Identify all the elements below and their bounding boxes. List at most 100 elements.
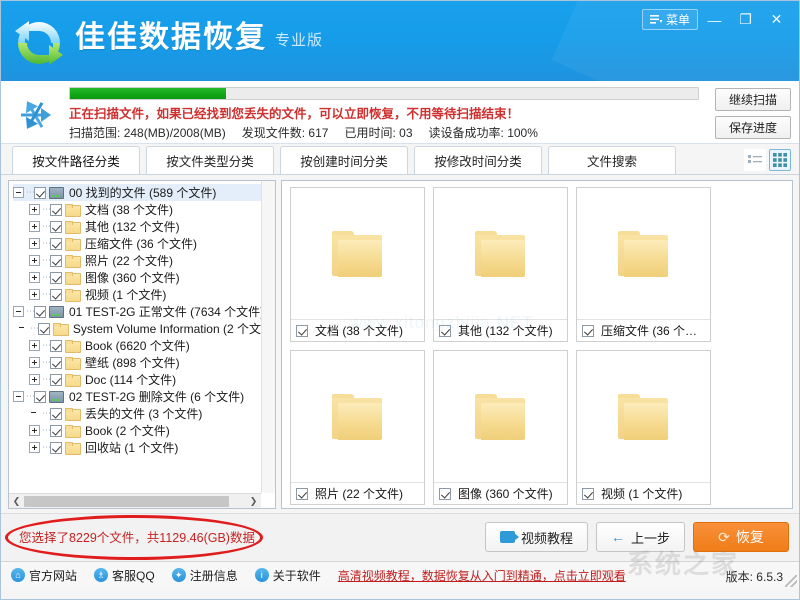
tree-node[interactable]: ⋯视频 (1 个文件)	[13, 286, 261, 303]
tree-horizontal-scrollbar[interactable]: ❮ ❯	[9, 493, 261, 508]
tree-node[interactable]: ⋯01 TEST-2G 正常文件 (7634 个文件)	[13, 303, 261, 320]
tree-node-checkbox[interactable]	[50, 442, 62, 454]
file-tile-checkbox[interactable]	[582, 325, 594, 337]
info-icon: i	[255, 568, 269, 582]
tree-node[interactable]: ⋯文档 (38 个文件)	[13, 201, 261, 218]
continue-scan-button[interactable]: 继续扫描	[715, 88, 791, 111]
resize-grip[interactable]	[785, 575, 797, 587]
tree-node[interactable]: ⋯丢失的文件 (3 个文件)	[13, 405, 261, 422]
tab-file-search[interactable]: 文件搜索	[548, 146, 676, 174]
tree-node-checkbox[interactable]	[50, 204, 62, 216]
tree-node-checkbox[interactable]	[50, 272, 62, 284]
tree-node[interactable]: ⋯00 找到的文件 (589 个文件)	[13, 184, 261, 201]
scan-actions: 继续扫描 保存进度	[715, 88, 791, 139]
user-icon: ✦	[172, 568, 186, 582]
tree-node[interactable]: ⋯回收站 (1 个文件)	[13, 439, 261, 456]
save-progress-button[interactable]: 保存进度	[715, 116, 791, 139]
list-view-button[interactable]	[744, 149, 766, 171]
expand-icon[interactable]	[29, 340, 40, 351]
tree-node-checkbox[interactable]	[50, 255, 62, 267]
grid-view-button[interactable]	[769, 149, 791, 171]
scroll-left-arrow-icon[interactable]: ❮	[9, 494, 24, 509]
tree-node[interactable]: ⋯壁纸 (898 个文件)	[13, 354, 261, 371]
file-tile-checkbox[interactable]	[296, 325, 308, 337]
file-tile-checkbox[interactable]	[439, 325, 451, 337]
file-tree[interactable]: ⋯00 找到的文件 (589 个文件)⋯文档 (38 个文件)⋯其他 (132 …	[9, 181, 261, 492]
expand-icon[interactable]	[29, 374, 40, 385]
video-tutorial-button[interactable]: 视频教程	[485, 522, 588, 552]
previous-step-label: 上一步	[631, 528, 670, 547]
collapse-icon[interactable]	[13, 187, 24, 198]
scroll-right-arrow-icon[interactable]: ❯	[246, 494, 261, 509]
tree-node[interactable]: ⋯Book (6620 个文件)	[13, 337, 261, 354]
tree-node-label: 00 找到的文件 (589 个文件)	[69, 184, 216, 201]
tree-leaf-spacer	[29, 408, 40, 419]
file-tile-checkbox[interactable]	[439, 488, 451, 500]
tree-node[interactable]: ⋯Doc (114 个文件)	[13, 371, 261, 388]
horizontal-scroll-thumb[interactable]	[24, 496, 229, 507]
tree-connector: ⋯	[42, 204, 50, 215]
tree-node-checkbox[interactable]	[50, 425, 62, 437]
tree-node-checkbox[interactable]	[50, 238, 62, 250]
expand-icon[interactable]	[29, 221, 40, 232]
tree-node-checkbox[interactable]	[50, 357, 62, 369]
tree-node-checkbox[interactable]	[50, 340, 62, 352]
expand-icon[interactable]	[29, 425, 40, 436]
tree-node-checkbox[interactable]	[34, 306, 46, 318]
expand-icon[interactable]	[29, 238, 40, 249]
tree-node-checkbox[interactable]	[50, 289, 62, 301]
tree-node[interactable]: ⋯照片 (22 个文件)	[13, 252, 261, 269]
expand-icon[interactable]	[29, 204, 40, 215]
tab-by-file-type[interactable]: 按文件类型分类	[146, 146, 274, 174]
tree-node-label: 图像 (360 个文件)	[85, 269, 180, 286]
file-tile-checkbox[interactable]	[582, 488, 594, 500]
folder-icon	[65, 221, 80, 233]
tree-node[interactable]: ⋯压缩文件 (36 个文件)	[13, 235, 261, 252]
expand-icon[interactable]	[29, 442, 40, 453]
tab-by-modify-time[interactable]: 按修改时间分类	[414, 146, 542, 174]
minimize-icon: —	[708, 12, 722, 28]
footer-link-official-site[interactable]: ⌂ 官方网站	[11, 567, 77, 584]
footer-link-about[interactable]: i 关于软件	[255, 567, 321, 584]
collapse-icon[interactable]	[13, 306, 24, 317]
maximize-button[interactable]: ❐	[731, 7, 760, 32]
tree-node-checkbox[interactable]	[34, 187, 46, 199]
footer-link-support-qq[interactable]: ♗ 客服QQ	[94, 567, 155, 584]
file-tile[interactable]: 压缩文件 (36 个…	[576, 187, 711, 342]
file-tile-thumbnail	[434, 188, 567, 319]
file-tile[interactable]: 图像 (360 个文件)	[433, 350, 568, 505]
expand-icon[interactable]	[29, 272, 40, 283]
file-tile[interactable]: 视频 (1 个文件)	[576, 350, 711, 505]
tree-node-checkbox[interactable]	[34, 391, 46, 403]
file-tile-checkbox[interactable]	[296, 488, 308, 500]
file-tile[interactable]: 文档 (38 个文件)	[290, 187, 425, 342]
tree-connector: ⋯	[42, 221, 50, 232]
video-tutorial-label: 视频教程	[521, 528, 573, 547]
file-tile[interactable]: 照片 (22 个文件)	[290, 350, 425, 505]
expand-icon[interactable]	[29, 255, 40, 266]
tree-node-checkbox[interactable]	[50, 374, 62, 386]
minimize-button[interactable]: —	[700, 7, 729, 32]
previous-step-button[interactable]: ← 上一步	[596, 522, 685, 552]
tree-node[interactable]: ⋯其他 (132 个文件)	[13, 218, 261, 235]
collapse-icon[interactable]	[13, 391, 24, 402]
expand-icon[interactable]	[29, 289, 40, 300]
footer-promo-link[interactable]: 高清视频教程，数据恢复从入门到精通，点击立即观看	[338, 567, 626, 584]
file-tile[interactable]: 其他 (132 个文件)	[433, 187, 568, 342]
tree-node-checkbox[interactable]	[50, 408, 62, 420]
recover-button[interactable]: ⟳ 恢复	[693, 522, 789, 552]
footer-link-registration[interactable]: ✦ 注册信息	[172, 567, 238, 584]
tree-node[interactable]: ⋯02 TEST-2G 删除文件 (6 个文件)	[13, 388, 261, 405]
tab-by-create-time[interactable]: 按创建时间分类	[280, 146, 408, 174]
tree-vertical-scrollbar[interactable]	[261, 181, 275, 493]
expand-icon[interactable]	[29, 357, 40, 368]
menu-button[interactable]: 菜单	[642, 9, 698, 30]
tree-node[interactable]: ⋯Book (2 个文件)	[13, 422, 261, 439]
tree-node[interactable]: ⋯System Volume Information (2 个文	[13, 320, 261, 337]
file-tree-panel: ⋯00 找到的文件 (589 个文件)⋯文档 (38 个文件)⋯其他 (132 …	[8, 180, 276, 509]
close-button[interactable]: ✕	[762, 7, 791, 32]
tree-node-checkbox[interactable]	[50, 221, 62, 233]
tab-by-file-path[interactable]: 按文件路径分类	[12, 146, 140, 174]
tree-node[interactable]: ⋯图像 (360 个文件)	[13, 269, 261, 286]
tree-node-checkbox[interactable]	[38, 323, 50, 335]
